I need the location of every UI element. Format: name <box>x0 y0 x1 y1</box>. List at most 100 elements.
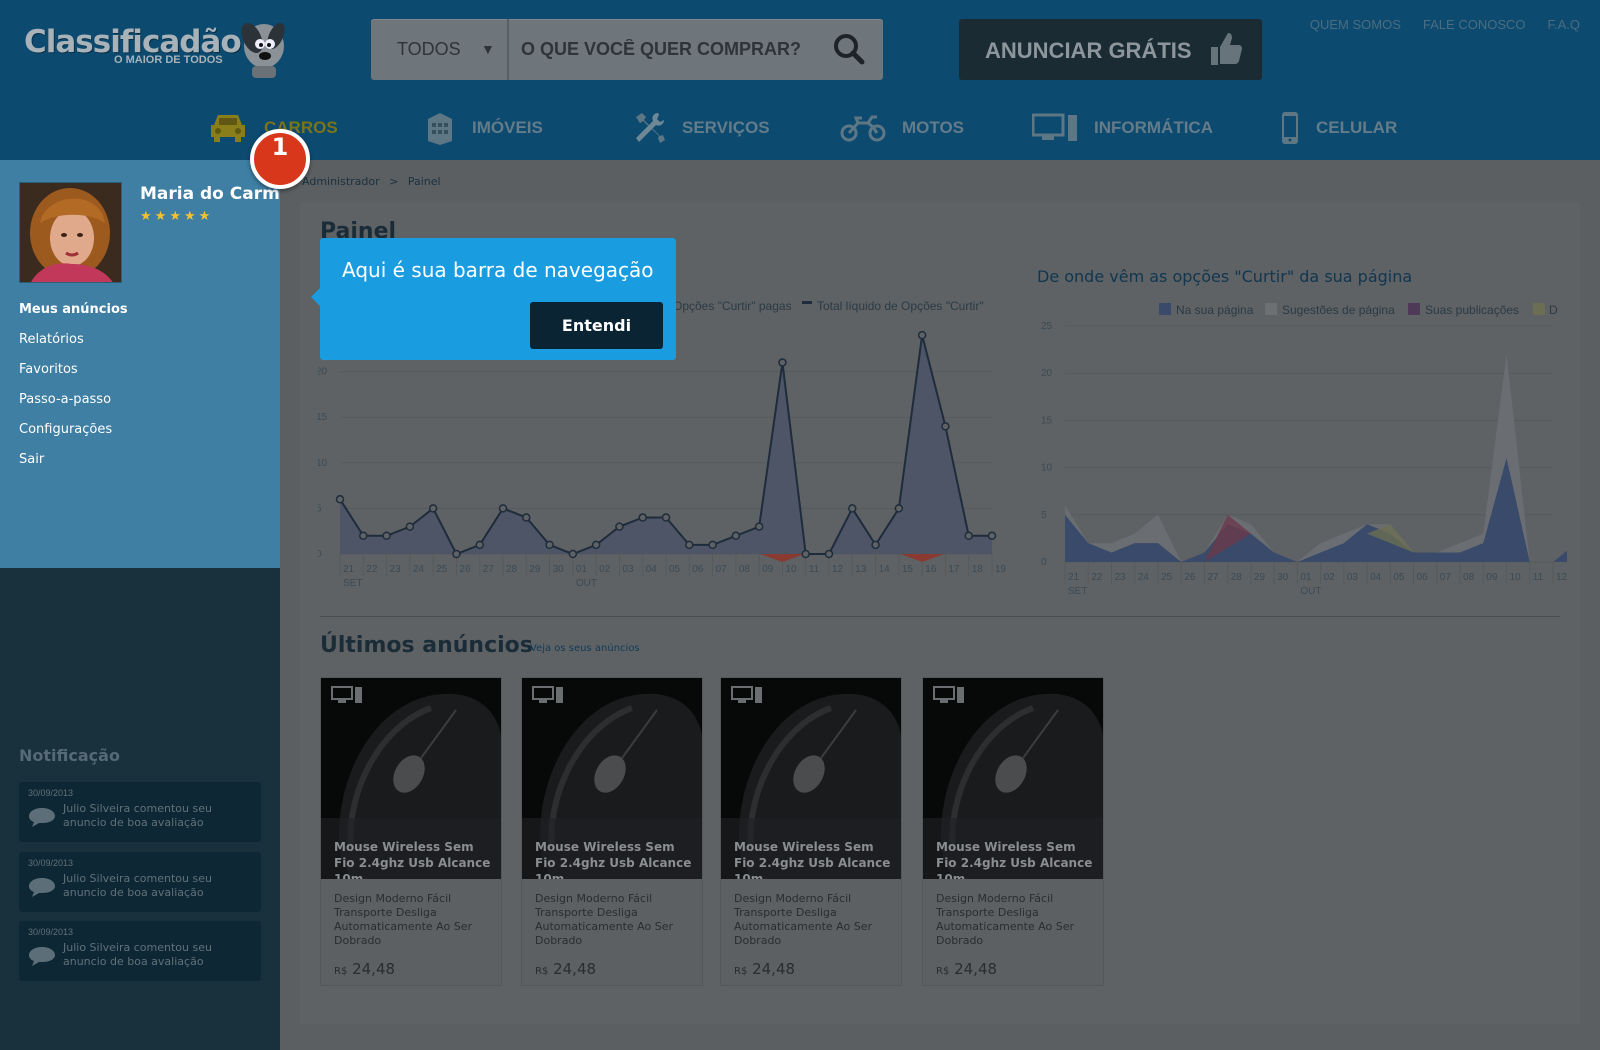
computer-icon <box>1032 113 1077 141</box>
x-tick-label: 03 <box>1347 572 1359 583</box>
ad-title: Mouse Wireless Sem Fio 2.4ghz Usb Alcanc… <box>535 840 692 879</box>
x-tick-label: 23 <box>390 564 402 575</box>
chevron-down-icon: ▼ <box>481 41 495 57</box>
category-imoveis[interactable]: IMÓVEIS <box>424 100 543 156</box>
building-icon <box>428 113 452 145</box>
ad-card[interactable]: Mouse Wireless Sem Fio 2.4ghz Usb Alcanc… <box>521 677 703 986</box>
phone-icon <box>1282 112 1298 144</box>
sidebar-item-sair[interactable]: Sair <box>19 452 128 482</box>
x-tick-label: 27 <box>1207 572 1219 583</box>
legend-swatch <box>1408 303 1420 315</box>
chart2-title: De onde vêm as opções "Curtir" da sua pá… <box>1037 267 1413 286</box>
ad-image[interactable]: Mouse Wireless Sem Fio 2.4ghz Usb Alcanc… <box>522 678 702 879</box>
ad-image[interactable]: Mouse Wireless Sem Fio 2.4ghz Usb Alcanc… <box>321 678 501 879</box>
y-tick-label: 25 <box>1041 321 1053 332</box>
see-my-ads-link[interactable]: Veja os seus anúncios <box>530 643 640 654</box>
link-faq[interactable]: F.A.Q <box>1547 17 1580 32</box>
x-tick-label: 18 <box>972 564 984 575</box>
chat-bubble-icon <box>29 808 55 827</box>
ad-price-value: 24,48 <box>752 960 796 978</box>
star-icon: ★ <box>183 208 196 223</box>
x-group-label: SET <box>343 578 362 589</box>
legend-swatch <box>802 301 812 304</box>
x-tick-label: 03 <box>622 564 634 575</box>
sidebar-item-favoritos[interactable]: Favoritos <box>19 362 128 392</box>
notification-item[interactable]: 30/09/2013 Julio Silveira comentou seu a… <box>19 782 261 842</box>
sidebar-item-relatorios[interactable]: Relatórios <box>19 332 128 362</box>
legend-swatch <box>1159 303 1171 315</box>
star-icon: ★ <box>140 208 152 223</box>
data-point <box>545 540 554 550</box>
link-quem-somos[interactable]: QUEM SOMOS <box>1310 17 1401 32</box>
logo-tagline: O MAIOR DE TODOS <box>114 54 223 66</box>
y-tick-label: 15 <box>318 412 328 423</box>
search-category-select[interactable]: TODOS ▼ <box>371 19 509 80</box>
x-group-label: OUT <box>1300 586 1321 596</box>
x-group-label: SET <box>1068 586 1087 596</box>
ad-price-value: 24,48 <box>954 960 998 978</box>
dog-mascot-icon <box>241 22 285 78</box>
ad-card[interactable]: Mouse Wireless Sem Fio 2.4ghz Usb Alcanc… <box>320 677 502 986</box>
search-category-label: TODOS <box>397 39 461 59</box>
x-tick-label: 11 <box>1533 572 1544 583</box>
category-celular[interactable]: CELULAR <box>1280 100 1397 156</box>
post-ad-button[interactable]: ANUNCIAR GRÁTIS <box>959 19 1262 80</box>
search-input[interactable] <box>521 31 821 67</box>
x-tick-label: 07 <box>1440 572 1452 583</box>
x-tick-label: 23 <box>1114 572 1126 583</box>
x-tick-label: 10 <box>785 564 797 575</box>
data-point <box>568 549 578 559</box>
ad-description: Design Moderno Fácil Transporte Desliga … <box>936 892 1075 947</box>
notification-text: Julio Silveira comentou seu anuncio de b… <box>63 802 212 829</box>
y-tick-label: 10 <box>318 458 328 469</box>
ad-image[interactable]: Mouse Wireless Sem Fio 2.4ghz Usb Alcanc… <box>721 678 901 879</box>
notification-date: 30/09/2013 <box>28 788 74 798</box>
x-tick-label: 08 <box>739 564 751 575</box>
notification-date: 30/09/2013 <box>28 858 74 868</box>
category-label: IMÓVEIS <box>472 118 543 137</box>
x-tick-label: 28 <box>506 564 518 575</box>
y-tick-label: 5 <box>318 503 322 514</box>
data-point <box>452 549 461 559</box>
site-logo[interactable]: Classificadão O MAIOR DE TODOS <box>24 16 294 86</box>
sidebar-item-passo-a-passo[interactable]: Passo-a-passo <box>19 392 128 422</box>
notification-item[interactable]: 30/09/2013 Julio Silveira comentou seu a… <box>19 852 261 912</box>
avatar[interactable] <box>19 182 122 283</box>
ad-image[interactable]: Mouse Wireless Sem Fio 2.4ghz Usb Alcanc… <box>923 678 1103 879</box>
ad-currency: R$ <box>734 966 748 977</box>
computer-icon <box>532 686 563 703</box>
ad-currency: R$ <box>936 966 950 977</box>
paid-likes-dip <box>900 554 945 562</box>
ad-card[interactable]: Mouse Wireless Sem Fio 2.4ghz Usb Alcanc… <box>922 677 1104 986</box>
ad-card[interactable]: Mouse Wireless Sem Fio 2.4ghz Usb Alcanc… <box>720 677 902 986</box>
x-tick-label: 06 <box>692 564 704 575</box>
tools-icon <box>636 113 665 143</box>
sidebar-item-configuracoes[interactable]: Configurações <box>19 422 128 452</box>
notification-item[interactable]: 30/09/2013 Julio Silveira comentou seu a… <box>19 921 261 981</box>
likes-source-area-chart: Na sua página Sugestões de página Suas p… <box>1041 303 1567 596</box>
link-fale-conosco[interactable]: FALE CONOSCO <box>1423 17 1526 32</box>
ad-price: R$ 24,48 <box>936 960 997 978</box>
data-point <box>778 358 787 367</box>
x-group-label: OUT <box>576 578 597 589</box>
x-tick-label: 29 <box>529 564 541 575</box>
breadcrumb-root[interactable]: Administrador <box>302 175 380 188</box>
tour-tooltip: Aqui é sua barra de navegação Entendi <box>311 238 676 360</box>
category-label: MOTOS <box>902 118 965 137</box>
latest-ads-title: Últimos anúncios <box>320 633 533 658</box>
ad-currency: R$ <box>334 966 348 977</box>
search-button[interactable] <box>831 31 871 69</box>
sidebar-item-meus-anuncios[interactable]: Meus anúncios <box>19 302 128 332</box>
notification-text: Julio Silveira comentou seu anuncio de b… <box>63 872 212 899</box>
x-tick-label: 05 <box>669 564 681 575</box>
x-tick-label: 25 <box>436 564 448 575</box>
got-it-button[interactable]: Entendi <box>530 302 663 349</box>
x-tick-label: 01 <box>1300 572 1312 583</box>
tour-step-badge: 1 <box>250 129 310 189</box>
x-tick-label: 09 <box>762 564 774 575</box>
category-motos[interactable]: MOTOS <box>840 100 964 156</box>
x-tick-label: 08 <box>1463 572 1475 583</box>
category-servicos[interactable]: SERVIÇOS <box>632 100 770 156</box>
star-icon: ★ <box>198 208 211 223</box>
category-informatica[interactable]: INFORMÁTICA <box>1032 100 1213 156</box>
